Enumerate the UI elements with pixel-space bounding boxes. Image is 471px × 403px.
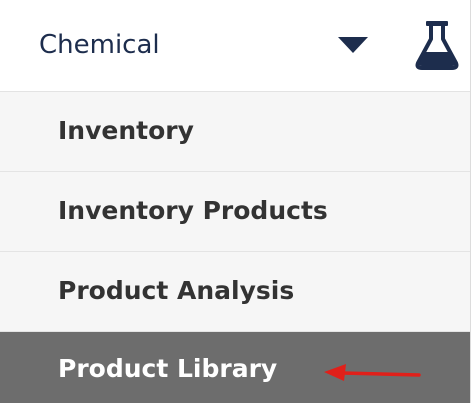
menu-item-inventory[interactable]: Inventory — [0, 92, 470, 172]
menu-item-label: Product Analysis — [58, 276, 295, 305]
menu-item-label: Product Library — [58, 354, 278, 383]
menu-header: Chemical — [0, 0, 470, 92]
navigation-menu: Chemical Inventory Inventory Products Pr… — [0, 0, 471, 403]
menu-item-label: Inventory Products — [58, 196, 328, 225]
menu-item-label: Inventory — [58, 116, 194, 145]
flask-icon[interactable] — [414, 19, 460, 71]
menu-item-inventory-products[interactable]: Inventory Products — [0, 172, 470, 252]
header-title: Chemical — [39, 30, 160, 60]
menu-item-product-analysis[interactable]: Product Analysis — [0, 252, 470, 332]
caret-down-icon[interactable] — [336, 34, 370, 56]
red-arrow-icon — [322, 359, 422, 385]
